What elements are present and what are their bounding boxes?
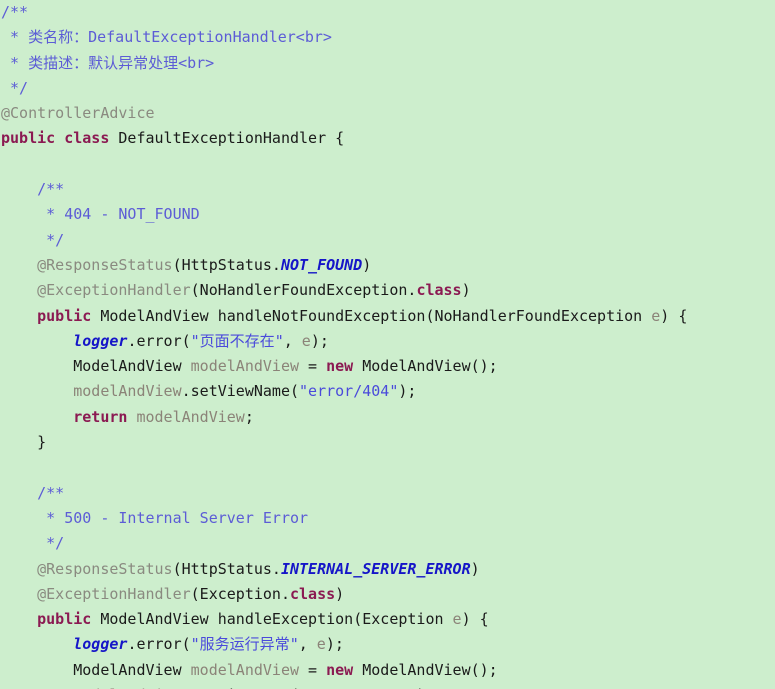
code-token-plain: ModelAndView (1, 660, 191, 679)
code-token-plain: = (299, 660, 327, 679)
code-token-plain: (HttpStatus. (172, 255, 281, 274)
code-token-const: NOT_FOUND (280, 255, 363, 274)
code-token-kw: new (326, 660, 354, 679)
code-token-plain: ); (310, 331, 329, 350)
code-token-plain: (NoHandlerFoundException. (190, 281, 417, 300)
code-line[interactable]: logger.error("服务运行异常", e); (0, 632, 775, 657)
code-line[interactable]: @ControllerAdvice (0, 101, 775, 126)
code-editor-view[interactable]: /** * 类名称：DefaultExceptionHandler<br> * … (0, 0, 775, 689)
code-token-comment: * 404 - NOT_FOUND (1, 205, 200, 224)
code-line[interactable]: @ExceptionHandler(Exception.class) (0, 582, 775, 607)
code-token-plain: ) { (660, 306, 688, 325)
code-token-plain: .error( (127, 635, 191, 654)
code-token-var: e (651, 306, 661, 325)
code-token-var: e (301, 331, 311, 350)
code-token-kw: public class (1, 129, 110, 148)
code-token-anno: @ExceptionHandler (1, 584, 191, 603)
code-token-plain: ; (244, 407, 254, 426)
code-token-plain: , (298, 635, 317, 654)
code-token-comment: */ (1, 534, 65, 553)
code-line[interactable]: ModelAndView modelAndView = new ModelAnd… (0, 354, 775, 379)
code-token-plain: ModelAndView(); (353, 357, 498, 376)
code-token-var: e (452, 610, 462, 629)
code-line[interactable]: @ResponseStatus(HttpStatus.INTERNAL_SERV… (0, 557, 775, 582)
code-token-plain: ModelAndView (1, 357, 191, 376)
code-line[interactable]: public ModelAndView handleNotFoundExcept… (0, 304, 775, 329)
code-line[interactable]: * 404 - NOT_FOUND (0, 202, 775, 227)
code-token-kw: public (1, 306, 92, 325)
code-token-comment: * 类名称：DefaultExceptionHandler<br> (1, 28, 332, 47)
code-token-var: modelAndView (136, 407, 245, 426)
code-token-var: e (316, 635, 326, 654)
code-token-kw: new (326, 357, 354, 376)
code-token-plain: ) (335, 584, 345, 603)
code-token-plain: ModelAndView handleNotFoundException(NoH… (91, 306, 652, 325)
code-token-plain: ) (470, 559, 480, 578)
code-token-plain: , (283, 331, 302, 350)
code-token-kw: class (416, 281, 462, 300)
code-token-comment: /** (1, 483, 65, 502)
code-line[interactable]: public class DefaultExceptionHandler { (0, 126, 775, 151)
code-token-plain: ); (325, 635, 344, 654)
code-line[interactable]: return modelAndView; (0, 405, 775, 430)
code-token-plain: ) (362, 255, 372, 274)
code-token-anno: @ResponseStatus (1, 255, 173, 274)
code-token-anno: @ResponseStatus (1, 559, 173, 578)
code-token-plain: (Exception. (190, 584, 290, 603)
code-token-plain: ModelAndView(); (353, 660, 498, 679)
code-line[interactable]: @ResponseStatus(HttpStatus.NOT_FOUND) (0, 253, 775, 278)
code-token-plain: ) (461, 281, 471, 300)
code-line[interactable]: logger.error("页面不存在", e); (0, 329, 775, 354)
code-line[interactable]: /** (0, 481, 775, 506)
code-line[interactable]: } (0, 430, 775, 455)
code-line[interactable]: */ (0, 228, 775, 253)
code-token-plain: .error( (127, 331, 191, 350)
code-token-var: modelAndView (1, 382, 182, 401)
code-token-plain: = (299, 357, 327, 376)
code-token-var: modelAndView (190, 660, 300, 679)
code-token-plain: .setViewName( (181, 382, 300, 401)
code-line[interactable]: /** (0, 0, 775, 25)
code-token-comment: /** (1, 3, 29, 21)
code-token-comment: * 500 - Internal Server Error (1, 508, 309, 527)
code-token-field: logger (1, 635, 128, 654)
code-token-plain: (HttpStatus. (172, 559, 281, 578)
code-token-comment: * 类描述：默认异常处理<br> (1, 53, 215, 72)
code-line[interactable]: ModelAndView modelAndView = new ModelAnd… (0, 658, 775, 683)
code-token-kw: public (1, 610, 92, 629)
code-line[interactable]: * 500 - Internal Server Error (0, 506, 775, 531)
code-line[interactable]: @ExceptionHandler(NoHandlerFoundExceptio… (0, 278, 775, 303)
code-token-var: modelAndView (190, 357, 300, 376)
code-token-str: "服务运行异常" (190, 635, 299, 654)
code-token-plain: ) { (461, 610, 489, 629)
code-line[interactable]: */ (0, 76, 775, 101)
code-line[interactable]: * 类名称：DefaultExceptionHandler<br> (0, 25, 775, 50)
code-token-kw: class (290, 584, 336, 603)
code-token-plain: } (1, 433, 47, 452)
code-token-comment: */ (1, 78, 29, 97)
code-line[interactable]: public ModelAndView handleException(Exce… (0, 607, 775, 632)
code-line[interactable]: modelAndView.setViewName("error/error"); (0, 683, 775, 689)
code-line[interactable]: modelAndView.setViewName("error/404"); (0, 379, 775, 404)
code-token-str: "页面不存在" (190, 331, 284, 350)
code-line[interactable]: * 类描述：默认异常处理<br> (0, 51, 775, 76)
code-token-kw: return (1, 407, 128, 426)
code-line[interactable]: /** (0, 177, 775, 202)
code-line[interactable] (0, 455, 775, 480)
code-token-plain: ); (398, 382, 417, 401)
code-line[interactable]: */ (0, 531, 775, 556)
code-token-comment: /** (1, 180, 65, 199)
code-token-anno: @ExceptionHandler (1, 281, 191, 300)
code-token-plain: DefaultExceptionHandler { (109, 129, 345, 148)
code-token-plain: ModelAndView handleException(Exception (91, 610, 453, 629)
code-line[interactable] (0, 152, 775, 177)
code-token-comment: */ (1, 230, 65, 249)
code-token-str: "error/404" (299, 382, 399, 401)
code-token-const: INTERNAL_SERVER_ERROR (280, 559, 471, 578)
code-token-field: logger (1, 331, 128, 350)
code-token-anno: @ControllerAdvice (1, 104, 155, 123)
